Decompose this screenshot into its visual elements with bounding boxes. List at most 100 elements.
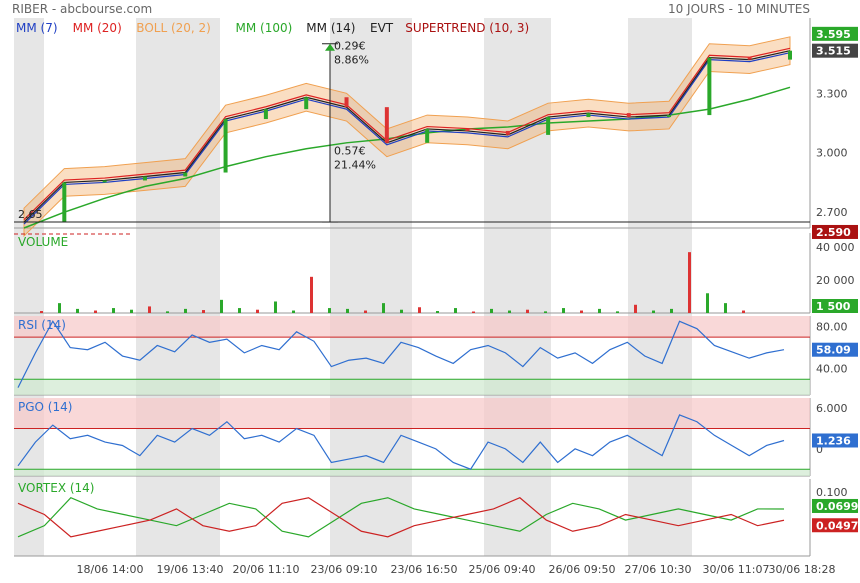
volume-bar — [346, 308, 349, 313]
volume-bar — [58, 303, 61, 313]
volume-bar — [634, 304, 637, 313]
price-candle — [102, 180, 107, 183]
price-y-tick-3: 2.700 — [816, 206, 848, 219]
pgo-y-tick-0: 6.000 — [816, 402, 848, 415]
volume-title: VOLUME — [18, 235, 68, 249]
price-candle — [788, 50, 792, 60]
price-candle — [384, 107, 389, 143]
volume-bar — [166, 311, 169, 313]
volume-bar — [670, 308, 673, 313]
legend-item-0: MM (7) — [16, 21, 58, 35]
volume-bar — [274, 301, 277, 313]
x-tick-6: 26/06 09:50 — [549, 563, 616, 576]
volume-bar — [112, 308, 115, 313]
volume-bar — [76, 308, 79, 313]
vortex-y-tick-0: 0.100 — [816, 486, 848, 499]
vortex-minus-tag: 0.0497 — [816, 519, 858, 532]
start-label: 2.65 — [18, 208, 43, 221]
volume-bar — [454, 308, 457, 313]
legend-item-5: EVT — [370, 21, 394, 35]
volume-bar — [130, 309, 133, 313]
price-candle — [465, 128, 470, 131]
annot-1-a: 0.57€ — [334, 145, 366, 158]
volume-bar — [256, 309, 259, 313]
volume-bar — [184, 308, 187, 313]
chart-title: RIBER - abcbourse.com — [12, 2, 152, 16]
x-tick-3: 23/06 09:10 — [311, 563, 378, 576]
rsi-y-tick-1: 40.00 — [816, 363, 848, 376]
price-candle — [183, 172, 188, 177]
price-last-tag: 3.515 — [816, 45, 851, 58]
volume-y-tick-0: 40 000 — [816, 241, 855, 254]
x-tick-5: 25/06 09:40 — [469, 563, 536, 576]
legend-item-3: MM (100) — [236, 21, 293, 35]
volume-bar — [724, 303, 727, 313]
volume-bar — [562, 308, 565, 313]
pgo-overbought-zone — [14, 398, 810, 429]
x-tick-2: 20/06 11:10 — [233, 563, 300, 576]
volume-bar — [706, 293, 709, 313]
legend-item-2: BOLL (20, 2) — [136, 21, 211, 35]
chart-svg: RIBER - abcbourse.com 10 JOURS - 10 MINU… — [12, 2, 858, 576]
price-low-tag: 2.590 — [816, 226, 851, 239]
volume-bar — [544, 311, 547, 313]
vortex-title: VORTEX (14) — [18, 481, 95, 495]
volume-bar — [616, 311, 619, 313]
x-tick-0: 18/06 14:00 — [77, 563, 144, 576]
volume-bar — [526, 309, 529, 313]
rsi-y-tick-0: 80.00 — [816, 321, 848, 334]
price-candle — [142, 176, 147, 181]
volume-bar — [508, 310, 511, 313]
volume-bar — [400, 309, 403, 313]
price-high-tag: 3.595 — [816, 28, 851, 41]
price-candle — [505, 130, 510, 135]
chart-range[interactable]: 10 JOURS - 10 MINUTES — [668, 2, 810, 16]
annot-1-b: 21.44% — [334, 159, 376, 172]
x-tick-7: 27/06 10:30 — [625, 563, 692, 576]
volume-bar — [580, 310, 583, 313]
price-candle — [425, 128, 430, 143]
x-tick-1: 19/06 13:40 — [157, 563, 224, 576]
volume-y-tick-1: 20 000 — [816, 274, 855, 287]
volume-bar — [472, 311, 475, 313]
price-candle — [62, 182, 67, 223]
pgo-last-tag: 1.236 — [816, 434, 851, 447]
x-tick-8: 30/06 11:07 — [703, 563, 770, 576]
vortex-plus-tag: 0.0699 — [816, 500, 858, 513]
price-candle — [667, 115, 672, 118]
volume-bar — [418, 307, 421, 313]
volume-bar — [598, 308, 601, 313]
rsi-oversold-zone — [14, 379, 810, 395]
price-candle — [747, 57, 752, 60]
price-candle — [626, 113, 631, 118]
price-candle — [546, 117, 551, 135]
volume-bar — [364, 310, 367, 313]
price-candle — [223, 119, 228, 173]
volume-bar — [40, 311, 43, 313]
pgo-title: PGO (14) — [18, 400, 72, 414]
annot-0-a: 0.29€ — [334, 40, 366, 53]
volume-bar — [94, 310, 97, 313]
x-axis: 18/06 14:00 19/06 13:40 20/06 11:10 23/06 0… — [77, 563, 836, 576]
volume-bar — [238, 308, 241, 313]
legend-item-1: MM (20) — [73, 21, 122, 35]
price-candle — [344, 97, 349, 108]
volume-bar — [742, 310, 745, 313]
price-y-tick-2: 3.000 — [816, 147, 848, 160]
volume-bar — [382, 303, 385, 313]
volume-bar — [148, 306, 151, 313]
pgo-oversold-zone — [14, 469, 810, 476]
price-y-tick-1: 3.300 — [816, 87, 848, 100]
rsi-last-tag: 58.09 — [816, 344, 851, 357]
annot-0-b: 8.86% — [334, 54, 369, 67]
volume-bar — [292, 310, 295, 313]
volume-bar — [688, 252, 691, 313]
price-candle — [586, 113, 591, 118]
legend-item-4: MM (14) — [306, 21, 355, 35]
price-candle — [263, 109, 268, 120]
volume-bar — [202, 310, 205, 313]
volume-bar — [310, 276, 313, 313]
volume-bar — [220, 299, 223, 313]
x-tick-4: 23/06 16:50 — [391, 563, 458, 576]
volume-last-tag: 1 500 — [816, 300, 851, 313]
